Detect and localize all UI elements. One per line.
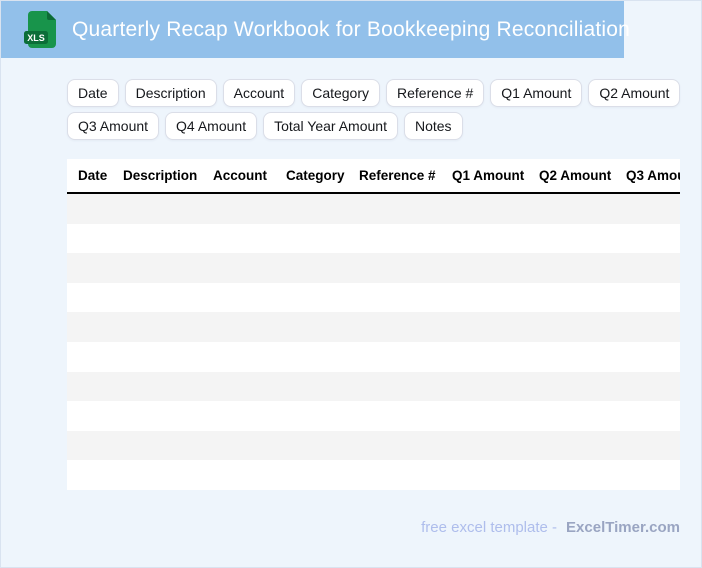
table-row (67, 282, 680, 313)
column-chip-notes[interactable]: Notes (403, 112, 463, 140)
xls-file-icon: XLS (24, 10, 56, 48)
column-chip-q3-amount[interactable]: Q3 Amount (67, 112, 160, 140)
col-header-description: Description (123, 168, 198, 183)
column-chip-list: Date Description Account Category Refere… (67, 79, 699, 140)
table-row (67, 253, 680, 283)
col-header-q2-amount: Q2 Amount (539, 168, 612, 183)
table-row (67, 312, 680, 342)
table-row (67, 223, 680, 254)
column-chip-description[interactable]: Description (124, 79, 217, 107)
footer-credit-text: free excel template - (421, 519, 558, 536)
table-header-row: Date Description Account Category Refere… (67, 159, 680, 194)
column-chip-total-year[interactable]: Total Year Amount (263, 112, 398, 140)
col-header-category: Category (286, 168, 345, 183)
table-row (67, 460, 680, 490)
column-chip-category[interactable]: Category (301, 79, 381, 107)
column-chip-account[interactable]: Account (222, 79, 296, 107)
spreadsheet-preview: Date Description Account Category Refere… (67, 159, 680, 490)
table-row (67, 194, 680, 224)
table-body (67, 194, 680, 490)
table-row (67, 430, 680, 461)
column-chip-q4-amount[interactable]: Q4 Amount (165, 112, 258, 140)
footer-credit: free excel template - ExcelTimer.com (421, 519, 680, 536)
column-chip-q1-amount[interactable]: Q1 Amount (490, 79, 583, 107)
table-row (67, 401, 680, 431)
svg-text:XLS: XLS (27, 33, 45, 43)
col-header-q3-amount: Q3 Amount (626, 168, 680, 183)
col-header-reference: Reference # (359, 168, 436, 183)
col-header-account: Account (213, 168, 267, 183)
column-chip-q2-amount[interactable]: Q2 Amount (588, 79, 681, 107)
table-row (67, 341, 680, 372)
chip-row-1: Date Description Account Category Refere… (67, 79, 699, 107)
title-banner: XLS Quarterly Recap Workbook for Bookkee… (1, 1, 630, 58)
page-title: Quarterly Recap Workbook for Bookkeeping… (72, 17, 631, 41)
brand-link[interactable]: ExcelTimer.com (566, 519, 680, 536)
table-row (67, 371, 680, 402)
chip-row-2: Q3 Amount Q4 Amount Total Year Amount No… (67, 112, 699, 140)
col-header-date: Date (78, 168, 108, 183)
col-header-q1-amount: Q1 Amount (452, 168, 525, 183)
column-chip-date[interactable]: Date (67, 79, 119, 107)
column-chip-reference[interactable]: Reference # (386, 79, 485, 107)
